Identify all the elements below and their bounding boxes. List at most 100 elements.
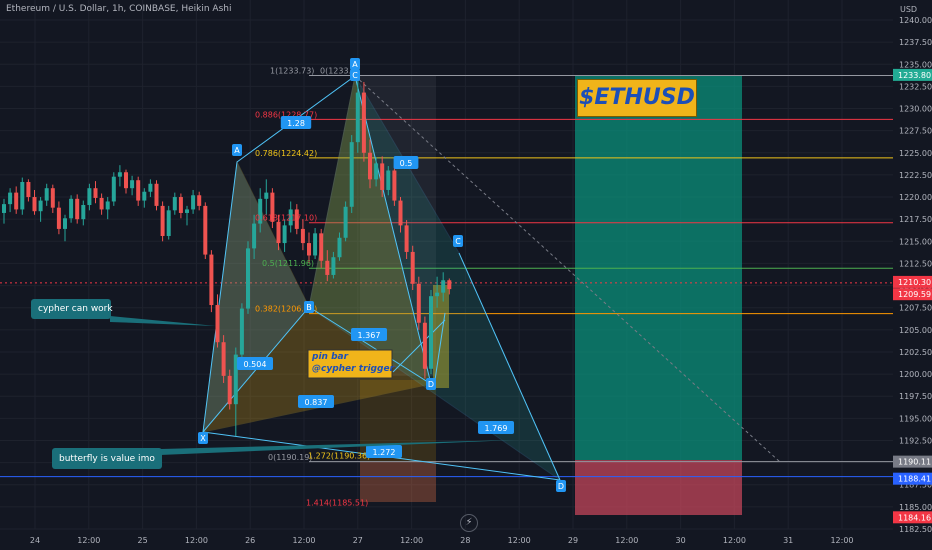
y-tick-label: 1195.00 [899, 414, 932, 423]
candle-body[interactable] [148, 183, 153, 192]
candle-body[interactable] [368, 152, 372, 180]
pattern-point-label: C [352, 71, 358, 80]
price-axis[interactable]: 1240.00 1237.50 1235.00 1232.50 1230.00 1227.… [893, 0, 932, 550]
candle-body[interactable] [398, 200, 403, 226]
candle-body[interactable] [239, 308, 244, 355]
x-tick-label: 26 [245, 536, 255, 545]
ratio-label: 1.367 [358, 331, 381, 340]
candle-body[interactable] [56, 207, 61, 229]
candle-body[interactable] [136, 180, 141, 201]
pattern-point-label: A [352, 60, 358, 69]
ratio-label: 1.28 [287, 119, 305, 128]
candle-body[interactable] [319, 233, 324, 261]
candle-body[interactable] [166, 210, 171, 236]
candle-body[interactable] [63, 218, 67, 229]
candle-body[interactable] [276, 221, 281, 244]
candle-body[interactable] [325, 260, 330, 275]
candle-body[interactable] [105, 201, 110, 210]
x-tick-label: 29 [568, 536, 578, 545]
y-tick-label: 1182.50 [899, 525, 932, 534]
candle-body[interactable] [69, 198, 74, 219]
lightning-icon[interactable]: ⚡ [460, 514, 478, 532]
candle-body[interactable] [154, 183, 159, 206]
candle-body[interactable] [197, 195, 202, 206]
candle-body[interactable] [50, 188, 55, 208]
candle-body[interactable] [38, 200, 43, 212]
candle-body[interactable] [307, 243, 311, 256]
candle-body[interactable] [246, 248, 250, 309]
price-label: 1184.16 [898, 513, 931, 522]
candle-body[interactable] [124, 172, 128, 189]
candle-body[interactable] [185, 209, 189, 213]
candle-body[interactable] [441, 280, 446, 293]
candle-body[interactable] [215, 305, 220, 343]
fib-level-label: 1.272(1190.36) [308, 451, 370, 460]
price-label: 1209.59 [898, 290, 931, 299]
y-tick-label: 1232.50 [899, 82, 932, 91]
candle-body[interactable] [313, 233, 318, 256]
candle-body[interactable] [172, 197, 177, 211]
x-tick-label: 12:00 [400, 536, 423, 545]
long-position-stop-zone[interactable] [575, 460, 742, 515]
y-tick-label: 1217.50 [899, 215, 932, 224]
candle-body[interactable] [386, 170, 391, 190]
fib-zone-bottom [360, 462, 436, 502]
candle-body[interactable] [227, 375, 232, 405]
candle-body[interactable] [355, 92, 360, 143]
candle-body[interactable] [160, 205, 165, 236]
candle-body[interactable] [75, 198, 80, 220]
candle-body[interactable] [26, 181, 31, 198]
candle-body[interactable] [337, 237, 342, 258]
x-tick-label: 31 [783, 536, 793, 545]
candle-body[interactable] [380, 163, 385, 190]
price-label: 1233.80 [898, 71, 931, 80]
candle-body[interactable] [221, 342, 226, 376]
candle-body[interactable] [209, 254, 214, 306]
cypher-callout-arrow [110, 316, 216, 326]
candle-body[interactable] [349, 142, 354, 207]
candle-body[interactable] [282, 225, 287, 244]
price-chart[interactable]: 1(1233.73)0.886(1228.77)0.786(1224.42)0.… [0, 0, 932, 550]
y-tick-label: 1212.50 [899, 259, 932, 268]
candle-body[interactable] [117, 172, 122, 177]
candle-body[interactable] [44, 188, 49, 201]
candle-body[interactable] [2, 204, 6, 213]
candle-body[interactable] [8, 192, 13, 205]
x-tick-label: 30 [676, 536, 686, 545]
candle-body[interactable] [410, 251, 415, 284]
candle-body[interactable] [14, 192, 19, 210]
candle-body[interactable] [178, 197, 183, 213]
time-axis[interactable]: 24 12:00 25 12:00 26 12:00 27 12:00 28 12:00 29 12:… [30, 536, 854, 545]
candle-body[interactable] [99, 197, 104, 210]
candle-body[interactable] [374, 163, 379, 180]
candle-body[interactable] [435, 292, 440, 297]
candle-body[interactable] [32, 197, 37, 212]
candle-body[interactable] [191, 195, 196, 210]
candle-body[interactable] [422, 322, 427, 369]
candle-body[interactable] [361, 92, 366, 153]
candle-body[interactable] [264, 192, 269, 199]
candle-body[interactable] [392, 170, 397, 201]
candle-body[interactable] [130, 180, 135, 189]
candle-body[interactable] [447, 280, 452, 290]
candle-body[interactable] [203, 205, 208, 255]
candle-body[interactable] [111, 176, 116, 202]
pattern-point-label: B [306, 303, 312, 312]
candle-body[interactable] [343, 206, 348, 238]
candle-body[interactable] [93, 188, 98, 198]
pattern-point-label: A [234, 146, 240, 155]
candle-body[interactable] [404, 225, 409, 252]
candle-body[interactable] [252, 223, 257, 249]
candle-body[interactable] [81, 205, 86, 220]
candle-body[interactable] [20, 181, 25, 210]
fib-level-label: 1(1233.73) [270, 67, 314, 76]
candle-body[interactable] [429, 296, 433, 369]
candle-body[interactable] [331, 257, 336, 275]
candle-body[interactable] [142, 191, 147, 201]
candle-body[interactable] [300, 228, 305, 244]
x-tick-label: 12:00 [185, 536, 208, 545]
ratio-label: 0.504 [244, 360, 267, 369]
candle-body[interactable] [87, 188, 92, 206]
candle-body[interactable] [416, 283, 421, 323]
x-tick-label: 12:00 [723, 536, 746, 545]
